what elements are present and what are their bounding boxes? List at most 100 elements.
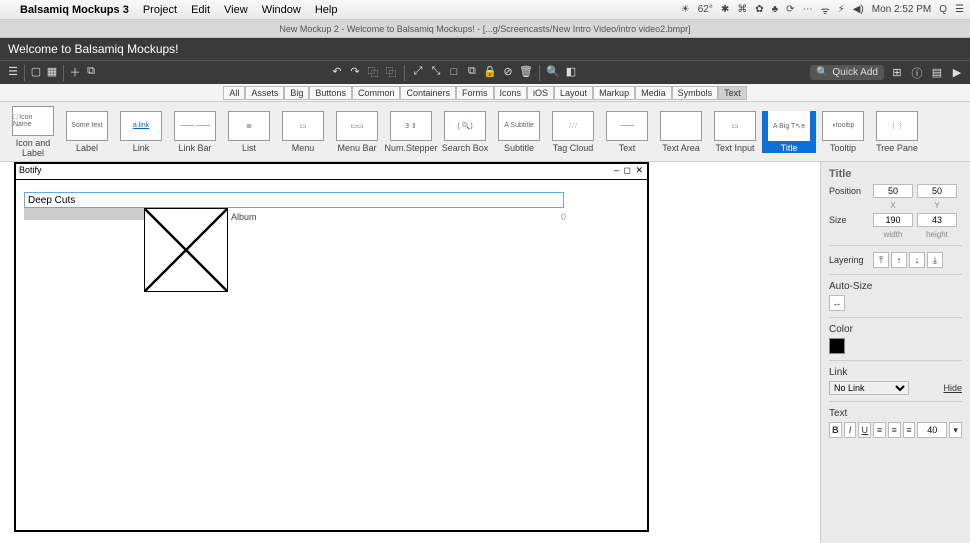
library-item-num-stepper[interactable]: 3 ⇕Num.Stepper bbox=[384, 111, 438, 153]
app-menu[interactable]: Balsamiq Mockups 3 bbox=[20, 4, 129, 16]
filter-icons[interactable]: Icons bbox=[494, 86, 528, 100]
library-item-text-input[interactable]: ▭Text Input bbox=[708, 111, 762, 153]
library-item-tree-pane[interactable]: ⋮⋮Tree Pane bbox=[870, 111, 924, 153]
quick-add-input[interactable]: 🔍 Quick Add bbox=[810, 65, 884, 80]
library-item-label[interactable]: Some textLabel bbox=[60, 111, 114, 153]
library-item-icon-and-label[interactable]: □ Icon NameIcon and Label bbox=[6, 106, 60, 158]
battery-icon: ⚡︎ bbox=[838, 4, 845, 15]
filter-ios[interactable]: iOS bbox=[527, 86, 554, 100]
align-icon[interactable]: ⤡ bbox=[429, 65, 443, 79]
notes-icon[interactable]: ▤ bbox=[930, 66, 944, 80]
align-left-button[interactable]: ≡ bbox=[873, 422, 886, 438]
size-label: Size bbox=[829, 215, 869, 225]
align-icon[interactable]: ⤢ bbox=[411, 65, 425, 79]
filter-media[interactable]: Media bbox=[635, 86, 672, 100]
filter-containers[interactable]: Containers bbox=[400, 86, 456, 100]
view-grid-icon[interactable]: ▦ bbox=[45, 65, 59, 79]
text-section-label: Text bbox=[829, 408, 962, 419]
filter-big[interactable]: Big bbox=[284, 86, 309, 100]
volume-icon: ◀︎) bbox=[853, 4, 864, 15]
status-weather-icon: ☀︎ bbox=[681, 4, 690, 15]
copy-icon[interactable]: ⿻ bbox=[366, 65, 380, 79]
width-input[interactable] bbox=[873, 213, 913, 227]
bring-forward-icon[interactable]: ↑ bbox=[891, 252, 907, 268]
height-input[interactable] bbox=[917, 213, 957, 227]
italic-button[interactable]: I bbox=[844, 422, 857, 438]
filter-assets[interactable]: Assets bbox=[245, 86, 284, 100]
title-edit-input[interactable] bbox=[24, 192, 564, 208]
filter-all[interactable]: All bbox=[223, 86, 245, 100]
wifi-icon: ᯤ bbox=[821, 3, 830, 17]
library-item-tooltip[interactable]: ◖tooltipTooltip bbox=[816, 111, 870, 153]
ungroup-icon[interactable]: ⧉ bbox=[465, 65, 479, 79]
filter-markup[interactable]: Markup bbox=[593, 86, 635, 100]
pos-x-input[interactable] bbox=[873, 184, 913, 198]
filter-text[interactable]: Text bbox=[718, 86, 747, 100]
paste-icon[interactable]: ⿻ bbox=[384, 65, 398, 79]
filter-common[interactable]: Common bbox=[352, 86, 401, 100]
filter-layout[interactable]: Layout bbox=[554, 86, 593, 100]
hide-link[interactable]: Hide bbox=[943, 383, 962, 393]
fontsize-stepper[interactable]: ▾ bbox=[949, 422, 962, 438]
link-select[interactable]: No Link bbox=[829, 381, 909, 395]
library-item-link[interactable]: a linkLink bbox=[114, 111, 168, 153]
os-menubar: Balsamiq Mockups 3 Project Edit View Win… bbox=[0, 0, 970, 20]
spotlight-icon[interactable]: Q bbox=[939, 4, 947, 15]
present-icon[interactable]: ▶ bbox=[950, 66, 964, 80]
menu-help[interactable]: Help bbox=[315, 4, 338, 16]
pos-y-input[interactable] bbox=[917, 184, 957, 198]
notifications-icon[interactable]: ☰ bbox=[955, 4, 964, 15]
filter-forms[interactable]: Forms bbox=[456, 86, 494, 100]
menu-window[interactable]: Window bbox=[262, 4, 301, 16]
library-item-menu[interactable]: ▭Menu bbox=[276, 111, 330, 153]
lock-icon[interactable]: 🔒 bbox=[483, 65, 497, 79]
library-item-title[interactable]: A Big T↖eTitle bbox=[762, 111, 816, 153]
search-icon: 🔍 bbox=[816, 67, 828, 78]
filter-buttons[interactable]: Buttons bbox=[309, 86, 352, 100]
canvas[interactable]: Botify – ◻ ✕ Album 0 bbox=[0, 162, 820, 543]
mockup-window[interactable]: Botify – ◻ ✕ Album 0 bbox=[14, 162, 649, 532]
album-label: Album bbox=[231, 212, 257, 222]
library-item-tag-cloud[interactable]: ∴∵Tag Cloud bbox=[546, 111, 600, 153]
info-icon[interactable]: ⓘ bbox=[910, 66, 924, 80]
status-icon: ⋯ bbox=[803, 4, 813, 15]
panel-toggle-icon[interactable]: ⊞ bbox=[890, 66, 904, 80]
fit-icon[interactable]: ◧ bbox=[564, 65, 578, 79]
library-item-list[interactable]: ≣List bbox=[222, 111, 276, 153]
underline-button[interactable]: U bbox=[858, 422, 871, 438]
bold-button[interactable]: B bbox=[829, 422, 842, 438]
library-item-text[interactable]: ——Text bbox=[600, 111, 654, 153]
group-icon[interactable]: □ bbox=[447, 65, 461, 79]
status-icon: ⌘ bbox=[737, 4, 747, 15]
library-item-menu-bar[interactable]: ▭▭Menu Bar bbox=[330, 111, 384, 153]
autosize-button[interactable]: ↔ bbox=[829, 295, 845, 311]
bring-front-icon[interactable]: ⤒ bbox=[873, 252, 889, 268]
add-icon[interactable]: ＋ bbox=[68, 65, 82, 79]
duplicate-icon[interactable]: ⧉ bbox=[84, 65, 98, 79]
send-back-icon[interactable]: ⤓ bbox=[927, 252, 943, 268]
send-backward-icon[interactable]: ↓ bbox=[909, 252, 925, 268]
redo-icon[interactable]: ↷ bbox=[348, 65, 362, 79]
fontsize-input[interactable] bbox=[917, 422, 947, 438]
image-placeholder[interactable] bbox=[144, 208, 228, 292]
library-item-search-box[interactable]: ( 🔍)Search Box bbox=[438, 111, 492, 153]
document-tab[interactable]: New Mockup 2 - Welcome to Balsamiq Mocku… bbox=[0, 20, 970, 38]
undo-icon[interactable]: ↶ bbox=[330, 65, 344, 79]
menu-project[interactable]: Project bbox=[143, 4, 177, 16]
y-sublabel: Y bbox=[917, 201, 957, 210]
view-single-icon[interactable]: ▢ bbox=[29, 65, 43, 79]
title-placeholder[interactable] bbox=[24, 208, 144, 220]
align-right-button[interactable]: ≡ bbox=[903, 422, 916, 438]
library-item-subtitle[interactable]: A SubtitleSubtitle bbox=[492, 111, 546, 153]
zoom-icon[interactable]: 🔍 bbox=[546, 65, 560, 79]
hide-icon[interactable]: ⊘ bbox=[501, 65, 515, 79]
menu-edit[interactable]: Edit bbox=[191, 4, 210, 16]
library-item-text-area[interactable]: Text Area bbox=[654, 111, 708, 153]
menu-icon[interactable]: ☰ bbox=[6, 65, 20, 79]
color-swatch[interactable] bbox=[829, 338, 845, 354]
library-item-link-bar[interactable]: —— ——Link Bar bbox=[168, 111, 222, 153]
menu-view[interactable]: View bbox=[224, 4, 248, 16]
filter-symbols[interactable]: Symbols bbox=[672, 86, 719, 100]
align-center-button[interactable]: ≡ bbox=[888, 422, 901, 438]
trash-icon[interactable]: 🗑 bbox=[519, 65, 533, 79]
